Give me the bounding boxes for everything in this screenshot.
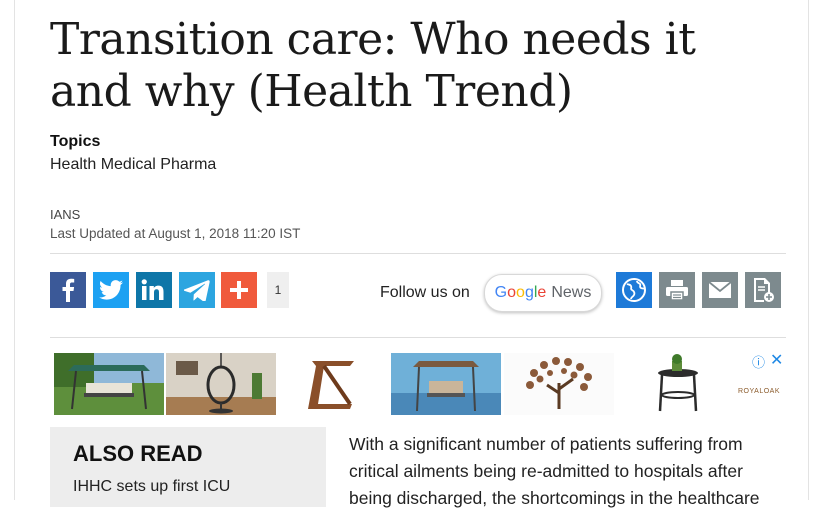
telegram-icon: [184, 280, 210, 301]
globe-icon: [622, 278, 646, 302]
ad-product-swing-garden[interactable]: [54, 353, 164, 415]
google-letter: o: [507, 284, 517, 301]
also-read-link[interactable]: IHHC sets up first ICU: [73, 478, 230, 496]
translate-button[interactable]: [616, 272, 652, 308]
email-icon: [708, 281, 732, 298]
ad-product-plant-stand[interactable]: [616, 353, 726, 415]
google-letter: o: [516, 284, 525, 301]
facebook-share-button[interactable]: [50, 272, 86, 308]
ad-product-porch-swing[interactable]: [391, 353, 501, 415]
share-count: 1: [267, 272, 289, 308]
news-word: News: [551, 284, 592, 301]
email-button[interactable]: [702, 272, 738, 308]
body-line-1: With a significant number of patients su…: [349, 434, 743, 454]
google-letter: g: [524, 284, 534, 301]
google-letter: G: [494, 284, 508, 301]
article-title: Transition care: Who needs it and why (H…: [50, 14, 790, 118]
google-wordmark: Google: [495, 284, 547, 302]
ad-product-side-table[interactable]: [278, 353, 388, 415]
ad-info-icon[interactable]: ⓘ: [752, 352, 765, 371]
body-line-2: critical ailments being re-admitted to h…: [349, 461, 743, 481]
facebook-icon: [62, 278, 75, 302]
advertisement-banner[interactable]: [50, 350, 786, 418]
byline: IANS: [50, 207, 81, 222]
page-right-border: [808, 0, 809, 500]
topics-link[interactable]: Health Medical Pharma: [50, 156, 216, 174]
article-title-line-1: Transition care: Who needs it: [50, 14, 696, 65]
document-add-icon: [754, 278, 774, 302]
divider-bottom: [50, 337, 786, 338]
twitter-share-button[interactable]: [93, 272, 129, 308]
article-title-line-2: and why (Health Trend): [50, 66, 573, 117]
linkedin-share-button[interactable]: [136, 272, 172, 308]
more-share-button[interactable]: [221, 272, 257, 308]
google-news-button[interactable]: Google News: [484, 274, 602, 312]
also-read-heading: ALSO READ: [73, 441, 203, 466]
twitter-icon: [99, 280, 123, 300]
telegram-share-button[interactable]: [179, 272, 215, 308]
print-button[interactable]: [659, 272, 695, 308]
follow-us-label: Follow us on: [380, 284, 470, 301]
ad-product-tree-wall-art[interactable]: [504, 353, 614, 415]
save-document-button[interactable]: [745, 272, 781, 308]
body-line-3: being discharged, the shortcomings in th…: [349, 488, 760, 508]
divider-top: [50, 253, 786, 254]
google-letter: e: [537, 284, 547, 301]
page-left-border: [14, 0, 15, 500]
print-icon: [666, 280, 688, 301]
last-updated: Last Updated at August 1, 2018 11:20 IST: [50, 226, 301, 241]
ad-brand-logo[interactable]: ROYALOAK: [738, 388, 780, 395]
linkedin-icon: [141, 279, 164, 300]
plus-icon: [230, 281, 248, 299]
ad-close-icon[interactable]: ✕: [770, 350, 783, 370]
ad-product-hanging-chair[interactable]: [166, 353, 276, 415]
topics-label: Topics: [50, 133, 101, 150]
